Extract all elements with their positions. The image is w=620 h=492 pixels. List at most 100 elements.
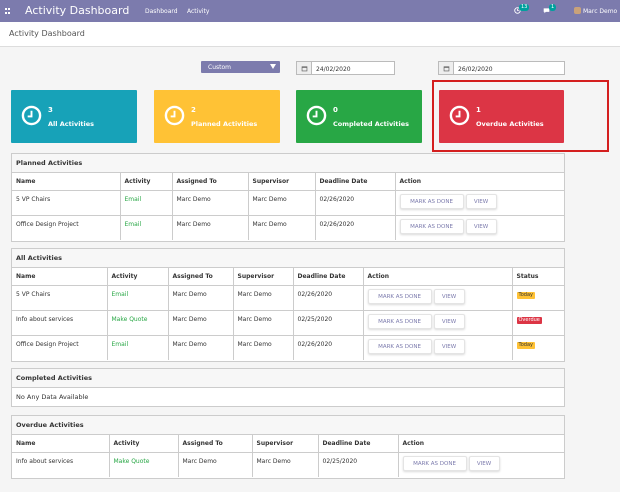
card-completed-activities[interactable]: 0 Completed Activities [296,90,422,143]
cell-name: Info about services [12,310,108,336]
user-avatar[interactable] [574,7,581,14]
column-header: Action [395,173,564,191]
mark-as-done-button[interactable]: MARK AS DONE [402,455,467,471]
messages-count-badge: 1 [549,4,557,11]
cell-activity: Make Quote [107,310,169,336]
calendar-icon[interactable] [438,61,454,75]
all-activities-panel: All Activities Name Activity Assigned To… [11,248,565,362]
user-name[interactable]: Marc Demo [583,8,617,15]
cell-activity: Email [120,215,173,240]
table-row: 5 VP Chairs Email Marc Demo Marc Demo 02… [12,285,564,311]
cell-name: 5 VP Chairs [12,285,108,311]
view-button[interactable]: VIEW [433,338,465,354]
planned-activities-table: Name Activity Assigned To Supervisor Dea… [12,173,564,240]
cell-supervisor: Marc Demo [252,452,319,477]
cell-activity: Email [107,285,169,311]
card-overdue-activities[interactable]: 1 Overdue Activities [439,90,564,143]
cell-supervisor: Marc Demo [233,335,294,360]
caret-down-icon [270,64,276,69]
column-header: Name [12,173,121,191]
cell-deadline: 02/26/2020 [315,190,396,216]
cell-supervisor: Marc Demo [233,285,294,311]
apps-menu-icon[interactable] [5,8,11,14]
app-title: Activity Dashboard [25,4,130,17]
view-button[interactable]: VIEW [433,313,465,329]
panel-title: Completed Activities [12,369,564,388]
column-header: Activity [107,268,169,286]
start-date-input[interactable]: 24/02/2020 [312,61,395,75]
end-date-picker[interactable]: 26/02/2020 [438,61,565,75]
column-header: Supervisor [248,173,316,191]
mark-as-done-button[interactable]: MARK AS DONE [399,218,464,234]
column-header: Deadline Date [315,173,396,191]
cell-status: Today [512,285,564,311]
column-header: Supervisor [233,268,294,286]
column-header: Name [12,268,108,286]
clock-icon [164,105,185,126]
panel-title: Planned Activities [12,154,564,173]
view-button[interactable]: VIEW [465,218,497,234]
card-planned-activities[interactable]: 2 Planned Activities [154,90,280,143]
view-button[interactable]: VIEW [433,288,465,304]
column-header: Deadline Date [318,435,399,453]
menu-activity[interactable]: Activity [187,8,209,15]
cell-status: Today [512,335,564,360]
all-activities-table: Name Activity Assigned To Supervisor Dea… [12,268,564,360]
card-label: Overdue Activities [476,120,544,128]
view-button[interactable]: VIEW [465,193,497,209]
cell-supervisor: Marc Demo [248,215,316,240]
card-count: 1 [476,106,481,114]
cell-deadline: 02/25/2020 [318,452,399,477]
cell-assigned: Marc Demo [168,310,234,336]
cell-deadline: 02/26/2020 [315,215,396,240]
panel-title: All Activities [12,249,564,268]
card-label: All Activities [48,120,95,128]
column-header: Activity [120,173,173,191]
cell-assigned: Marc Demo [178,452,253,477]
cell-assigned: Marc Demo [172,190,249,216]
column-header: Assigned To [178,435,253,453]
end-date-input[interactable]: 26/02/2020 [454,61,565,75]
card-all-activities[interactable]: 3 All Activities [11,90,137,143]
card-label: Completed Activities [333,120,410,128]
overdue-activities-panel: Overdue Activities Name Activity Assigne… [11,415,565,479]
table-row: Info about services Make Quote Marc Demo… [12,310,564,336]
cell-assigned: Marc Demo [168,285,234,311]
cell-action: MARK AS DONE VIEW [363,310,513,336]
date-range-value: Custom [208,64,231,71]
calendar-icon[interactable] [296,61,312,75]
clock-icon [21,105,42,126]
cell-deadline: 02/26/2020 [293,285,364,311]
completed-activities-panel: Completed Activities No Any Data Availab… [11,368,565,407]
column-header: Activity [109,435,179,453]
cell-action: MARK AS DONE VIEW [363,335,513,360]
view-button[interactable]: VIEW [468,455,500,471]
cell-activity: Email [120,190,173,216]
mark-as-done-button[interactable]: MARK AS DONE [367,338,432,354]
menu-dashboard[interactable]: Dashboard [145,8,178,15]
column-header: Assigned To [168,268,234,286]
start-date-picker[interactable]: 24/02/2020 [296,61,395,75]
table-row: Office Design Project Email Marc Demo Ma… [12,215,564,240]
control-panel: Activity Dashboard [0,22,620,47]
mark-as-done-button[interactable]: MARK AS DONE [367,288,432,304]
mark-as-done-button[interactable]: MARK AS DONE [367,313,432,329]
cell-assigned: Marc Demo [168,335,234,360]
card-count: 2 [191,106,196,114]
date-range-select[interactable]: Custom [201,61,280,73]
card-count: 3 [48,106,53,114]
mark-as-done-button[interactable]: MARK AS DONE [399,193,464,209]
planned-activities-panel: Planned Activities Name Activity Assigne… [11,153,565,242]
cell-name: 5 VP Chairs [12,190,121,216]
status-badge: Today [516,291,535,299]
clock-icon [449,105,470,126]
column-header: Status [512,268,564,286]
panel-title: Overdue Activities [12,416,564,435]
card-label: Planned Activities [191,120,258,128]
overdue-activities-table: Name Activity Assigned To Supervisor Dea… [12,435,564,477]
table-row: 5 VP Chairs Email Marc Demo Marc Demo 02… [12,190,564,216]
column-header: Supervisor [252,435,319,453]
cell-name: Info about services [12,452,110,477]
cell-activity: Make Quote [109,452,179,477]
cell-activity: Email [107,335,169,360]
